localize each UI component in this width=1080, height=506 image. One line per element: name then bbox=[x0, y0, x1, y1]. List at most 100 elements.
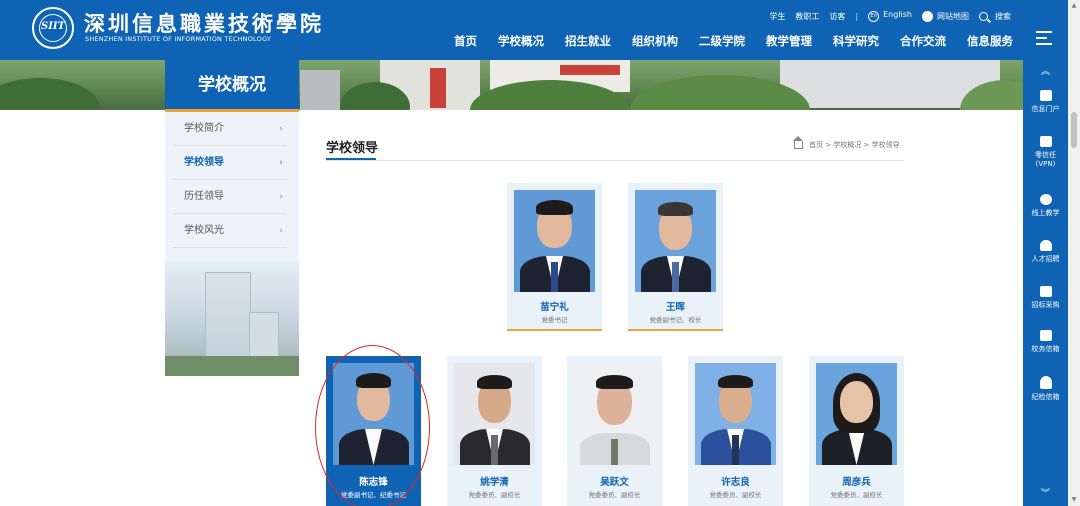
menu-item-label: 学校领导 bbox=[184, 157, 224, 168]
purchase-icon bbox=[1039, 286, 1052, 297]
sitemap-label: 网站地图 bbox=[937, 11, 969, 21]
menu-item-former-leaders[interactable]: 历任领导 › bbox=[173, 180, 287, 214]
link-sitemap[interactable]: 网站地图 bbox=[922, 10, 969, 22]
quick-link-portal[interactable]: 信息门户 bbox=[1023, 90, 1068, 114]
leader-card[interactable]: 姚学清 党委委员、副校长 bbox=[447, 356, 542, 506]
leader-card[interactable]: 周彦兵 党委委员、副校长 bbox=[809, 356, 904, 506]
nav-admissions[interactable]: 招生就业 bbox=[565, 33, 611, 49]
inspection-mail-icon bbox=[1039, 376, 1052, 389]
breadcrumb-text[interactable]: 首页 > 学校概况 > 学校领导 bbox=[809, 140, 900, 150]
quick-link-recruitment[interactable]: 人才招聘 bbox=[1023, 240, 1068, 264]
right-quick-bar: ︽ 信息门户 零信任(VPN) 线上教学 人才招聘 招标采购 校务信箱 纪检信箱… bbox=[1023, 0, 1068, 506]
leader-photo bbox=[514, 190, 595, 292]
monitor-icon bbox=[1039, 90, 1052, 101]
quick-link-procurement[interactable]: 招标采购 bbox=[1023, 286, 1068, 310]
quick-link-label: 线上教学 bbox=[1031, 209, 1060, 217]
chevron-right-icon: › bbox=[279, 158, 283, 168]
leader-role: 党委委员、副校长 bbox=[588, 491, 641, 499]
school-name-cn[interactable]: 深圳信息職業技術學院 bbox=[84, 8, 324, 38]
campus-banner bbox=[0, 60, 1023, 110]
leader-name: 吴跃文 bbox=[600, 477, 629, 488]
leader-card[interactable]: 许志良 党委委员、副校长 bbox=[688, 356, 783, 506]
nav-cooperation[interactable]: 合作交流 bbox=[900, 33, 946, 49]
photo-hair bbox=[536, 200, 573, 215]
top-links: 学生 教职工 访客 | En English 网站地图 搜索 bbox=[759, 10, 1011, 22]
menu-item-label: 学校简介 bbox=[184, 123, 224, 134]
home-icon[interactable] bbox=[793, 136, 803, 149]
vpn-icon bbox=[1039, 136, 1052, 147]
link-students[interactable]: 学生 bbox=[769, 11, 785, 22]
banner-building bbox=[560, 65, 620, 75]
quick-link-online-teaching[interactable]: 线上教学 bbox=[1023, 194, 1068, 218]
top-separator: | bbox=[855, 11, 859, 21]
scroll-down-icon[interactable]: ︾ bbox=[1023, 486, 1068, 499]
leader-card[interactable]: 苗宁礼 党委书记 bbox=[507, 183, 602, 331]
scrollbar-up-icon[interactable]: ▲ bbox=[1068, 2, 1080, 9]
nav-organization[interactable]: 组织机构 bbox=[632, 33, 678, 49]
nav-colleges[interactable]: 二级学院 bbox=[699, 33, 745, 49]
leader-card[interactable]: 王晖 党委副书记、校长 bbox=[628, 183, 723, 331]
campus-ground bbox=[165, 356, 299, 376]
link-visitors[interactable]: 访客 bbox=[829, 11, 845, 22]
menu-item-label: 学校风光 bbox=[184, 225, 224, 236]
photo-tie bbox=[611, 439, 618, 465]
photo-hair bbox=[718, 375, 753, 388]
section-menu: 学校简介 › 学校领导 › 历任领导 › 学校风光 › bbox=[165, 112, 299, 376]
english-label: English bbox=[883, 10, 912, 19]
nav-info-services[interactable]: 信息服务 bbox=[967, 33, 1013, 49]
chevron-right-icon: › bbox=[279, 226, 283, 236]
leader-name: 苗宁礼 bbox=[540, 302, 569, 313]
logo-text: SIIT bbox=[40, 21, 66, 32]
menu-item-scenery[interactable]: 学校风光 › bbox=[173, 214, 287, 248]
scrollbar-thumb[interactable] bbox=[1071, 112, 1077, 148]
leader-role: 党委副书记、校长 bbox=[649, 316, 702, 324]
leader-role: 党委委员、副校长 bbox=[709, 491, 762, 499]
leader-name: 姚学清 bbox=[480, 477, 509, 488]
link-english[interactable]: En English bbox=[868, 10, 912, 22]
leader-card[interactable]: 吴跃文 党委委员、副校长 bbox=[567, 356, 662, 506]
nav-overview[interactable]: 学校概况 bbox=[498, 33, 544, 49]
quick-link-label: 信息门户 bbox=[1031, 105, 1060, 113]
leader-name: 王晖 bbox=[665, 302, 685, 313]
mail-icon bbox=[1039, 330, 1052, 341]
menu-toggle-icon[interactable] bbox=[1036, 30, 1056, 46]
main-nav: 首页 学校概况 招生就业 组织机构 二级学院 教学管理 科学研究 合作交流 信息… bbox=[433, 33, 1013, 49]
leader-role: 党委委员、副校长 bbox=[468, 491, 521, 499]
menu-item-leaders[interactable]: 学校领导 › bbox=[173, 146, 287, 180]
photo-hair bbox=[596, 375, 633, 389]
banner-tree bbox=[0, 78, 100, 110]
page-title: 学校领导 bbox=[326, 141, 379, 156]
photo-tie bbox=[491, 435, 498, 465]
photo-face bbox=[840, 381, 873, 423]
quick-link-label: 人才招聘 bbox=[1031, 255, 1060, 263]
link-staff[interactable]: 教职工 bbox=[795, 11, 819, 22]
nav-home[interactable]: 首页 bbox=[454, 33, 477, 49]
nav-teaching[interactable]: 教学管理 bbox=[766, 33, 812, 49]
breadcrumb: 首页 > 学校概况 > 学校领导 bbox=[793, 136, 900, 150]
campus-illustration bbox=[165, 262, 299, 376]
leader-photo bbox=[574, 363, 655, 465]
chevron-right-icon: › bbox=[279, 192, 283, 202]
photo-tie bbox=[672, 262, 679, 292]
photo-hair bbox=[477, 375, 512, 389]
menu-item-introduction[interactable]: 学校简介 › bbox=[173, 112, 287, 146]
photo-tie bbox=[551, 262, 558, 292]
photo-hair bbox=[658, 202, 693, 216]
section-title: 学校概况 bbox=[165, 60, 299, 112]
scroll-up-icon[interactable]: ︽ bbox=[1023, 64, 1068, 77]
page-scrollbar[interactable]: ▲ ▼ bbox=[1068, 0, 1080, 506]
card-accent-bar bbox=[507, 329, 602, 331]
nav-research[interactable]: 科学研究 bbox=[833, 33, 879, 49]
highlight-circle bbox=[315, 345, 430, 506]
quick-link-label: 纪检信箱 bbox=[1031, 393, 1060, 401]
link-search[interactable]: 搜索 bbox=[979, 11, 1011, 22]
english-icon: En bbox=[868, 11, 880, 22]
quick-link-vpn[interactable]: 零信任(VPN) bbox=[1023, 136, 1068, 169]
quick-link-inspection-mailbox[interactable]: 纪检信箱 bbox=[1023, 376, 1068, 402]
leader-name: 周彦兵 bbox=[842, 477, 871, 488]
quick-link-affairs-mailbox[interactable]: 校务信箱 bbox=[1023, 330, 1068, 354]
school-logo[interactable]: SIIT bbox=[32, 7, 74, 49]
leader-photo bbox=[635, 190, 716, 292]
scrollbar-down-icon[interactable]: ▼ bbox=[1068, 496, 1080, 503]
search-icon bbox=[979, 11, 988, 21]
